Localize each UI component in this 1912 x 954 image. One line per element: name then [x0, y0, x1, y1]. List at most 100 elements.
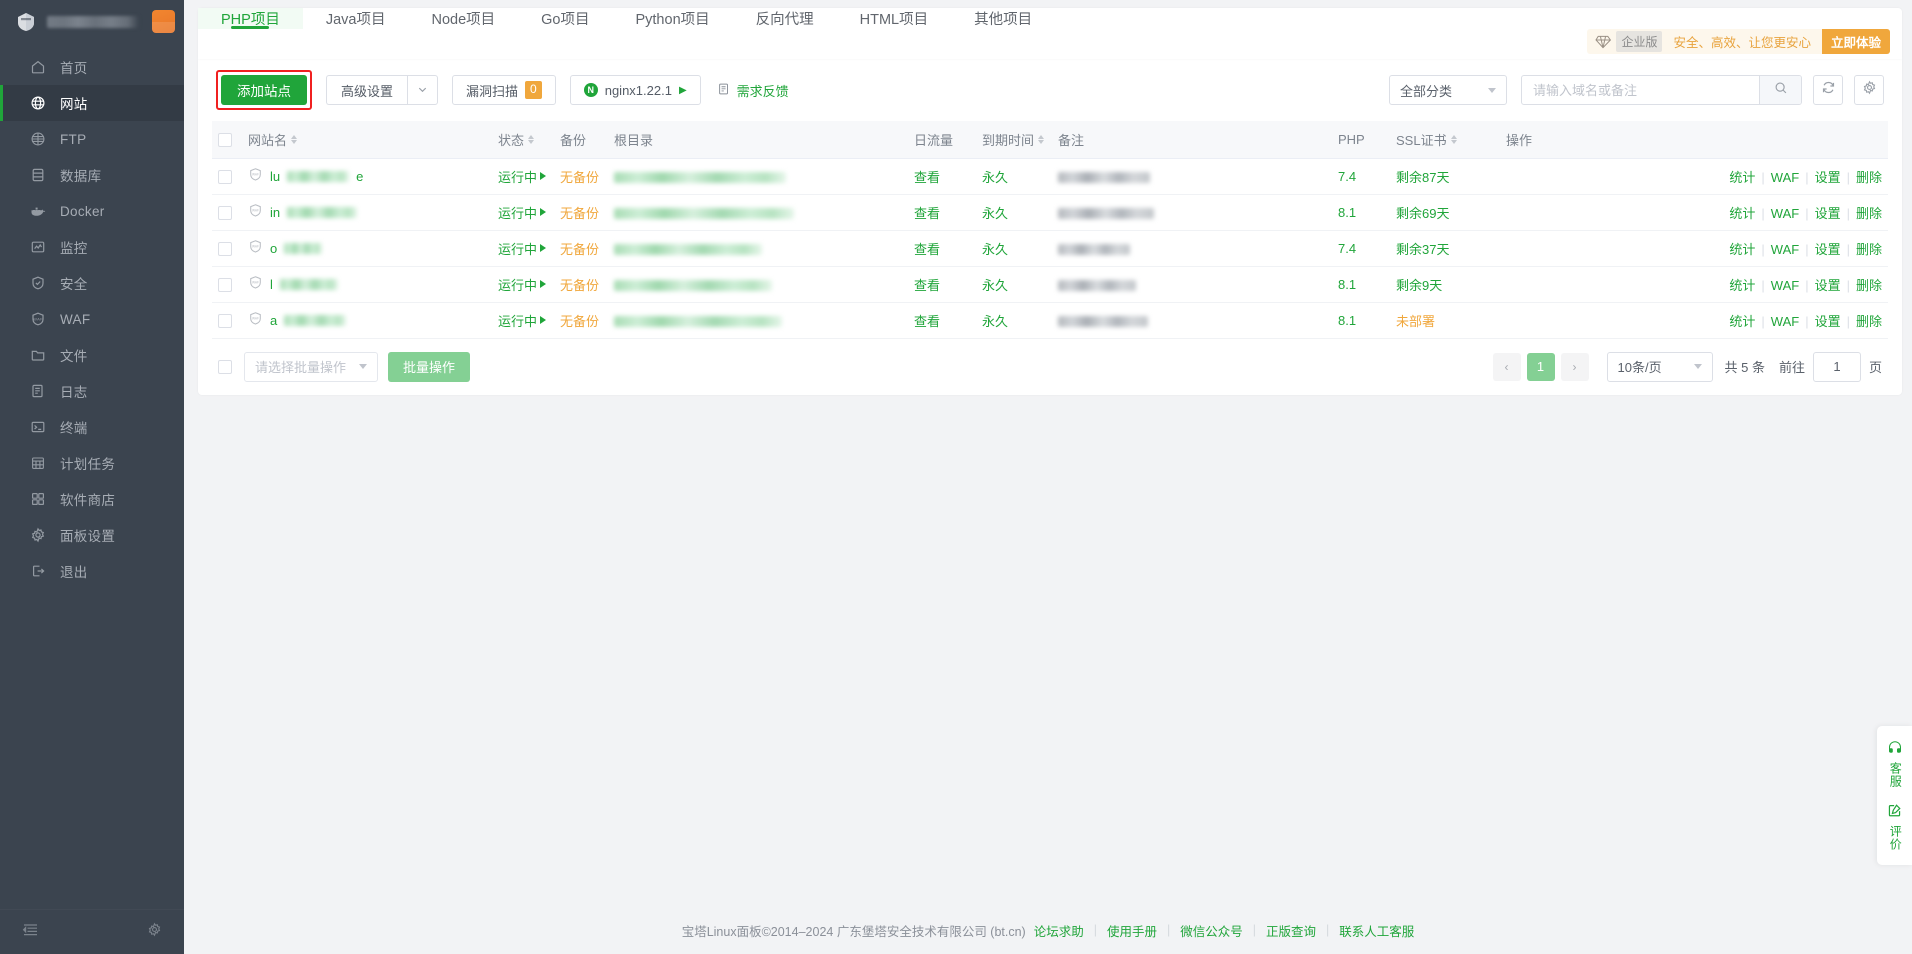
waf-link[interactable]: WAF [1771, 170, 1799, 185]
tab-python[interactable]: Python项目 [612, 8, 732, 29]
site-name-prefix[interactable]: in [270, 205, 280, 220]
ssl-status[interactable]: 剩余37天 [1396, 242, 1449, 257]
settings-link[interactable]: 设置 [1815, 242, 1841, 257]
view-traffic-link[interactable]: 查看 [914, 242, 940, 257]
php-version[interactable]: 8.1 [1338, 205, 1356, 220]
stats-link[interactable]: 统计 [1729, 242, 1755, 257]
stats-link[interactable]: 统计 [1729, 314, 1755, 329]
tab-reverse-proxy[interactable]: 反向代理 [733, 8, 837, 29]
sidebar-item-panel-settings[interactable]: 面板设置 [0, 517, 184, 553]
waf-link[interactable]: WAF [1771, 314, 1799, 329]
row-checkbox[interactable] [218, 241, 232, 256]
gear-icon[interactable] [147, 922, 162, 942]
tab-node[interactable]: Node项目 [408, 8, 518, 29]
expire-value[interactable]: 永久 [982, 314, 1008, 329]
vuln-scan-button[interactable]: 漏洞扫描 0 [452, 75, 556, 105]
footer-link-wechat[interactable]: 微信公众号 [1180, 921, 1243, 940]
batch-action-button[interactable]: 批量操作 [388, 351, 471, 382]
col-ssl[interactable]: SSL证书 [1390, 121, 1500, 159]
search-input[interactable] [1522, 76, 1759, 104]
site-name-prefix[interactable]: a [270, 313, 277, 328]
tab-other[interactable]: 其他项目 [951, 8, 1055, 29]
waf-link[interactable]: WAF [1771, 242, 1799, 257]
tab-html[interactable]: HTML项目 [837, 8, 951, 29]
php-version[interactable]: 7.4 [1338, 241, 1356, 256]
batch-action-select[interactable]: 请选择批量操作 [244, 351, 378, 382]
backup-status[interactable]: 无备份 [560, 206, 599, 221]
waf-link[interactable]: WAF [1771, 206, 1799, 221]
backup-status[interactable]: 无备份 [560, 170, 599, 185]
site-name-prefix[interactable]: lu [270, 169, 280, 184]
delete-link[interactable]: 删除 [1856, 242, 1882, 257]
feedback-rate-button[interactable]: 评价 [1887, 800, 1902, 853]
delete-link[interactable]: 删除 [1856, 278, 1882, 293]
sidebar-item-appstore[interactable]: 软件商店 [0, 481, 184, 517]
sidebar-item-home[interactable]: 首页 [0, 49, 184, 85]
view-traffic-link[interactable]: 查看 [914, 206, 940, 221]
refresh-button[interactable] [1813, 75, 1843, 105]
row-checkbox[interactable] [218, 313, 232, 328]
delete-link[interactable]: 删除 [1856, 314, 1882, 329]
status-running[interactable]: 运行中 [498, 275, 547, 294]
row-checkbox[interactable] [218, 205, 232, 220]
goto-page-input[interactable] [1812, 351, 1861, 382]
ssl-status[interactable]: 剩余9天 [1396, 278, 1442, 293]
sidebar-item-terminal[interactable]: 终端 [0, 409, 184, 445]
view-traffic-link[interactable]: 查看 [914, 278, 940, 293]
status-running[interactable]: 运行中 [498, 311, 547, 330]
col-status[interactable]: 状态 [492, 121, 554, 159]
delete-link[interactable]: 删除 [1856, 170, 1882, 185]
backup-status[interactable]: 无备份 [560, 242, 599, 257]
tab-go[interactable]: Go项目 [518, 8, 612, 29]
sidebar-item-ftp[interactable]: FTP [0, 121, 184, 157]
advanced-settings-dropdown[interactable] [407, 75, 439, 105]
ssl-status[interactable]: 未部署 [1396, 314, 1435, 329]
row-checkbox[interactable] [218, 277, 232, 292]
php-version[interactable]: 7.4 [1338, 169, 1356, 184]
advanced-settings-button[interactable]: 高级设置 [326, 75, 408, 105]
sidebar-item-security[interactable]: 安全 [0, 265, 184, 301]
search-button[interactable] [1759, 76, 1801, 104]
sidebar-item-logout[interactable]: 退出 [0, 553, 184, 589]
tab-java[interactable]: Java项目 [303, 8, 409, 29]
row-checkbox[interactable] [218, 169, 232, 184]
footer-link-support[interactable]: 联系人工客服 [1339, 921, 1414, 940]
expire-value[interactable]: 永久 [982, 206, 1008, 221]
footer-link-license[interactable]: 正版查询 [1266, 921, 1316, 940]
sidebar-item-files[interactable]: 文件 [0, 337, 184, 373]
customer-service-button[interactable]: 客服 [1887, 737, 1903, 791]
avatar[interactable] [152, 10, 175, 33]
category-select[interactable]: 全部分类 [1389, 75, 1507, 105]
settings-link[interactable]: 设置 [1815, 170, 1841, 185]
status-running[interactable]: 运行中 [498, 203, 547, 222]
waf-link[interactable]: WAF [1771, 278, 1799, 293]
nginx-version-button[interactable]: N nginx1.22.1 ▶ [569, 75, 701, 105]
settings-link[interactable]: 设置 [1815, 206, 1841, 221]
settings-link[interactable]: 设置 [1815, 278, 1841, 293]
sidebar-item-website[interactable]: 网站 [0, 85, 184, 121]
ssl-status[interactable]: 剩余87天 [1396, 170, 1449, 185]
expire-value[interactable]: 永久 [982, 170, 1008, 185]
select-all-checkbox[interactable] [218, 133, 232, 148]
site-name-prefix[interactable]: o [270, 241, 277, 256]
sidebar-item-monitor[interactable]: 监控 [0, 229, 184, 265]
stats-link[interactable]: 统计 [1729, 170, 1755, 185]
backup-status[interactable]: 无备份 [560, 278, 599, 293]
expire-value[interactable]: 永久 [982, 242, 1008, 257]
expire-value[interactable]: 永久 [982, 278, 1008, 293]
view-traffic-link[interactable]: 查看 [914, 314, 940, 329]
sidebar-item-waf[interactable]: WAF WAF [0, 301, 184, 337]
batch-select-checkbox[interactable] [218, 359, 232, 374]
add-site-button[interactable]: 添加站点 [221, 75, 307, 105]
enterprise-promo-banner[interactable]: 企业版 安全、高效、让您更安心 立即体验 [1587, 29, 1890, 54]
footer-link-forum[interactable]: 论坛求助 [1034, 921, 1084, 940]
col-expire[interactable]: 到期时间 [976, 121, 1052, 159]
status-running[interactable]: 运行中 [498, 167, 547, 186]
collapse-sidebar-icon[interactable] [22, 921, 39, 943]
tab-php[interactable]: PHP项目 [198, 8, 303, 29]
next-page-button[interactable]: › [1560, 352, 1589, 381]
table-settings-button[interactable] [1854, 75, 1884, 105]
stats-link[interactable]: 统计 [1729, 278, 1755, 293]
delete-link[interactable]: 删除 [1856, 206, 1882, 221]
ssl-status[interactable]: 剩余69天 [1396, 206, 1449, 221]
